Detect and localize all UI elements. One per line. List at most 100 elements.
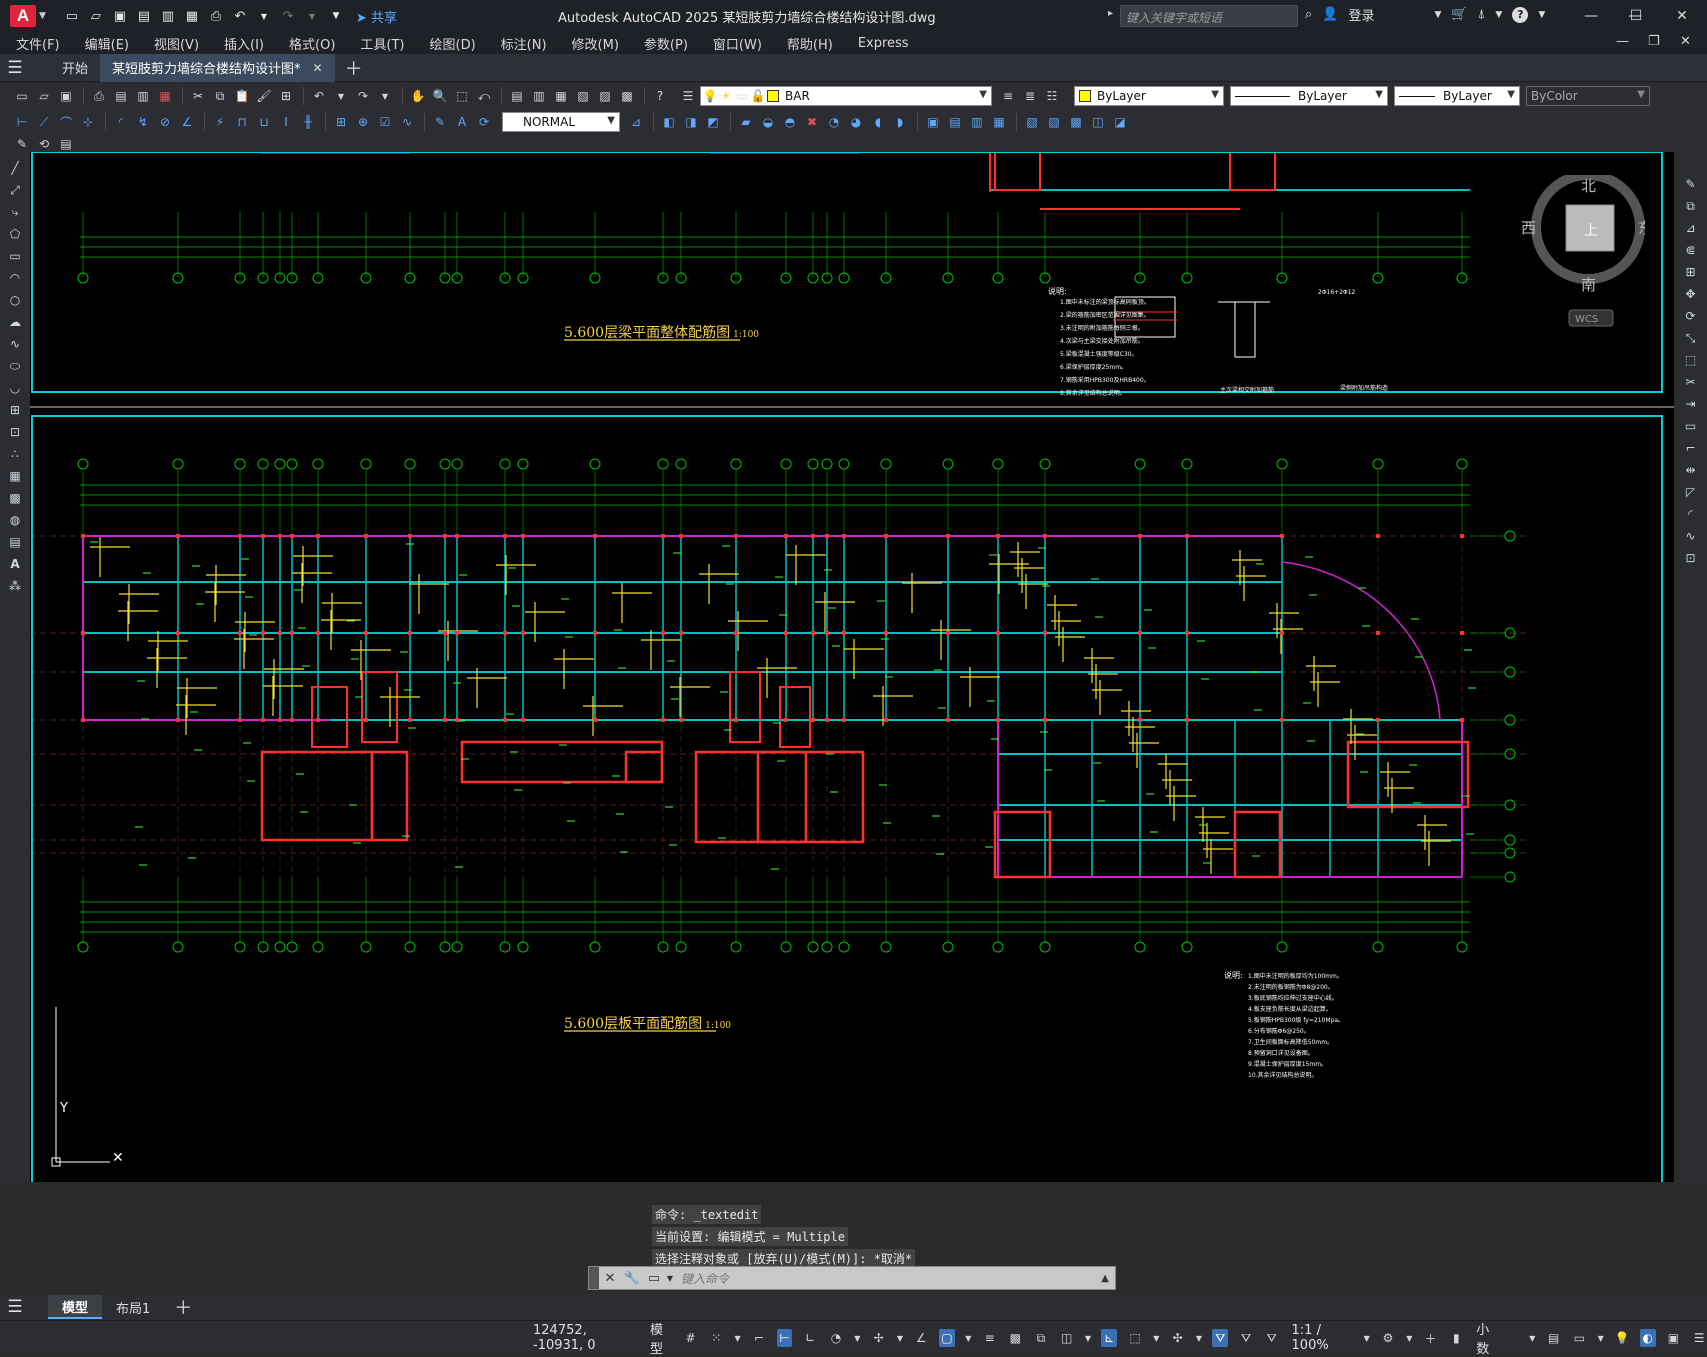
quick-dim-icon[interactable]: ⚡ bbox=[210, 112, 230, 132]
annotation-visibility-icon[interactable]: ⛛ bbox=[1212, 1329, 1229, 1347]
close-tab-icon[interactable]: ✕ bbox=[313, 61, 323, 75]
tab-model[interactable]: 模型 bbox=[48, 1295, 103, 1319]
object-snap-icon[interactable]: ▢ bbox=[939, 1329, 955, 1347]
offset-faces-icon[interactable]: ◕ bbox=[846, 112, 866, 132]
menu-express[interactable]: Express bbox=[858, 36, 909, 51]
gizmo-icon[interactable]: ✣ bbox=[1170, 1329, 1186, 1347]
layer-previous-icon[interactable]: ≣ bbox=[1020, 86, 1040, 106]
revolve-icon[interactable]: ◒ bbox=[758, 112, 778, 132]
calculator-icon[interactable]: ▩ bbox=[617, 86, 637, 106]
object-snap-tracking-icon[interactable]: ∠ bbox=[913, 1329, 929, 1347]
design-center-icon[interactable]: ▥ bbox=[529, 86, 549, 106]
attribute-manager-icon[interactable]: ▤ bbox=[56, 134, 76, 154]
tab-start[interactable]: 开始 bbox=[50, 54, 100, 82]
undo-icon[interactable]: ↶ bbox=[230, 6, 250, 26]
clean-icon[interactable]: ▥ bbox=[967, 112, 987, 132]
undo-tool-dropdown-icon[interactable]: ▼ bbox=[331, 86, 351, 106]
pan-icon[interactable]: ✋ bbox=[408, 86, 428, 106]
tool-palettes-icon[interactable]: ▦ bbox=[551, 86, 571, 106]
undo-tool-icon[interactable]: ↶ bbox=[309, 86, 329, 106]
copy-object-icon[interactable]: ⧉ bbox=[1680, 196, 1702, 216]
customize-icon[interactable]: 🔧 bbox=[621, 1271, 643, 1286]
spline-icon[interactable]: ∿ bbox=[4, 334, 26, 354]
selection-filter-dropdown-icon[interactable]: ▼ bbox=[1153, 1329, 1160, 1347]
doc-close-icon[interactable]: ✕ bbox=[1680, 34, 1691, 49]
annotation-scale-value[interactable]: 1:1 / 100% bbox=[1292, 1323, 1354, 1353]
break-icon[interactable]: ⌐ bbox=[1680, 438, 1702, 458]
print-icon[interactable]: ⎙ bbox=[89, 86, 109, 106]
extrude-icon[interactable]: ▰ bbox=[736, 112, 756, 132]
app-menu-chevron-icon[interactable]: ▼ bbox=[39, 11, 46, 21]
annotation-monitor-icon[interactable]: ＋ bbox=[1423, 1329, 1439, 1347]
lineweight-dropdown[interactable]: ByLayer ▼ bbox=[1394, 86, 1520, 106]
save-web-icon[interactable]: ▦ bbox=[182, 6, 202, 26]
isolate-objects-icon[interactable]: 💡 bbox=[1614, 1329, 1630, 1347]
shell-icon[interactable]: ▣ bbox=[923, 112, 943, 132]
redo-icon[interactable]: ↷ bbox=[278, 6, 298, 26]
units-icon[interactable]: ▮ bbox=[1449, 1329, 1465, 1347]
linetype-dropdown[interactable]: ByLayer ▼ bbox=[1230, 86, 1388, 106]
menu-draw[interactable]: 绘图(D) bbox=[430, 34, 476, 53]
doc-minimize-icon[interactable]: — bbox=[1616, 34, 1629, 49]
account-dropdown-icon[interactable]: ▼ bbox=[1495, 10, 1502, 20]
command-input[interactable]: ✕ 🔧 ▭ ▼ 键入命令 ▲ bbox=[588, 1266, 1116, 1290]
zoom-previous-icon[interactable]: ⤺ bbox=[474, 86, 494, 106]
baseline-dim-icon[interactable]: ⊓ bbox=[232, 112, 252, 132]
plotstyle-dropdown[interactable]: ByColor ▼ bbox=[1526, 86, 1650, 106]
help-dropdown-icon[interactable]: ▼ bbox=[1538, 10, 1545, 20]
match-properties-icon[interactable]: 🖌 bbox=[254, 86, 274, 106]
redo-dropdown-icon[interactable]: ▼ bbox=[302, 6, 322, 26]
angular-dim-icon[interactable]: ∠ bbox=[177, 112, 197, 132]
join-icon[interactable]: ⇹ bbox=[1680, 460, 1702, 480]
menu-tools[interactable]: 工具(T) bbox=[360, 34, 404, 53]
workspace-dropdown-icon[interactable]: ▼ bbox=[1406, 1329, 1413, 1347]
continue-dim-icon[interactable]: ⊔ bbox=[254, 112, 274, 132]
chamfer-icon[interactable]: ◸ bbox=[1680, 482, 1702, 502]
dim-space-icon[interactable]: Ⅰ bbox=[276, 112, 296, 132]
make-current-layer-icon[interactable]: ≡ bbox=[998, 86, 1018, 106]
erase-icon[interactable]: ✎ bbox=[1680, 174, 1702, 194]
zoom-realtime-icon[interactable]: 🔍 bbox=[430, 86, 450, 106]
close-icon[interactable]: ✕ bbox=[1660, 0, 1704, 32]
mirror-icon[interactable]: ⊿ bbox=[1680, 218, 1702, 238]
move-faces-icon[interactable]: ◔ bbox=[824, 112, 844, 132]
infer-constraints-icon[interactable]: ⌐ bbox=[751, 1329, 767, 1347]
dim-style-icon[interactable]: ⊿ bbox=[626, 112, 646, 132]
polyline-icon[interactable]: ⤷ bbox=[4, 202, 26, 222]
polar-dropdown-icon[interactable]: ▼ bbox=[854, 1329, 861, 1347]
layer-properties-icon[interactable]: ☰ bbox=[678, 86, 698, 106]
rotate-faces-icon[interactable]: ◖ bbox=[868, 112, 888, 132]
union-icon[interactable]: ◧ bbox=[659, 112, 679, 132]
block-editor-icon[interactable]: ⊞ bbox=[276, 86, 296, 106]
save-icon[interactable]: ▣ bbox=[110, 6, 130, 26]
hamburger-menu-icon[interactable]: ☰ bbox=[0, 54, 30, 82]
section-icon[interactable]: ◪ bbox=[1110, 112, 1130, 132]
layer-dropdown[interactable]: 💡 ☀ ▭ 🔓 BAR ▼ bbox=[700, 86, 992, 106]
search-input[interactable]: 键入关键字或短语 bbox=[1120, 5, 1298, 27]
polygon-icon[interactable]: ⬠ bbox=[4, 224, 26, 244]
menu-file[interactable]: 文件(F) bbox=[16, 34, 60, 53]
search-icon[interactable]: ⌕ bbox=[1305, 7, 1312, 22]
line-icon[interactable]: ╱ bbox=[4, 158, 26, 178]
search-expand-icon[interactable]: ▸ bbox=[1108, 8, 1113, 19]
menu-modify[interactable]: 修改(M) bbox=[572, 34, 619, 53]
clean-screen-icon[interactable]: ▣ bbox=[1666, 1329, 1682, 1347]
lock-ui-icon[interactable]: ▭ bbox=[1572, 1329, 1588, 1347]
maximize-icon[interactable]: ☐ bbox=[1614, 0, 1658, 32]
add-layout-icon[interactable]: ＋ bbox=[174, 1294, 192, 1320]
close-commandline-icon[interactable]: ✕ bbox=[599, 1271, 621, 1286]
redo-tool-dropdown-icon[interactable]: ▼ bbox=[375, 86, 395, 106]
recent-commands-icon[interactable]: ▭ bbox=[643, 1271, 665, 1286]
compass-west[interactable]: 西 bbox=[1521, 219, 1536, 237]
ortho-icon[interactable]: ∟ bbox=[802, 1329, 818, 1347]
separate-icon[interactable]: ▤ bbox=[945, 112, 965, 132]
dim-update-icon[interactable]: ⟳ bbox=[474, 112, 494, 132]
textstyle-dropdown[interactable]: NORMAL ▼ bbox=[502, 112, 620, 132]
color-dropdown[interactable]: ByLayer ▼ bbox=[1074, 86, 1224, 106]
doc-restore-icon[interactable]: ❐ bbox=[1648, 34, 1660, 49]
customize-qat-icon[interactable]: ▼ bbox=[326, 6, 346, 26]
quick-properties-icon[interactable]: ▤ bbox=[1546, 1329, 1562, 1347]
login-button[interactable]: 登录 bbox=[1348, 5, 1374, 24]
check-icon[interactable]: ▦ bbox=[989, 112, 1009, 132]
cut-icon[interactable]: ✂ bbox=[188, 86, 208, 106]
